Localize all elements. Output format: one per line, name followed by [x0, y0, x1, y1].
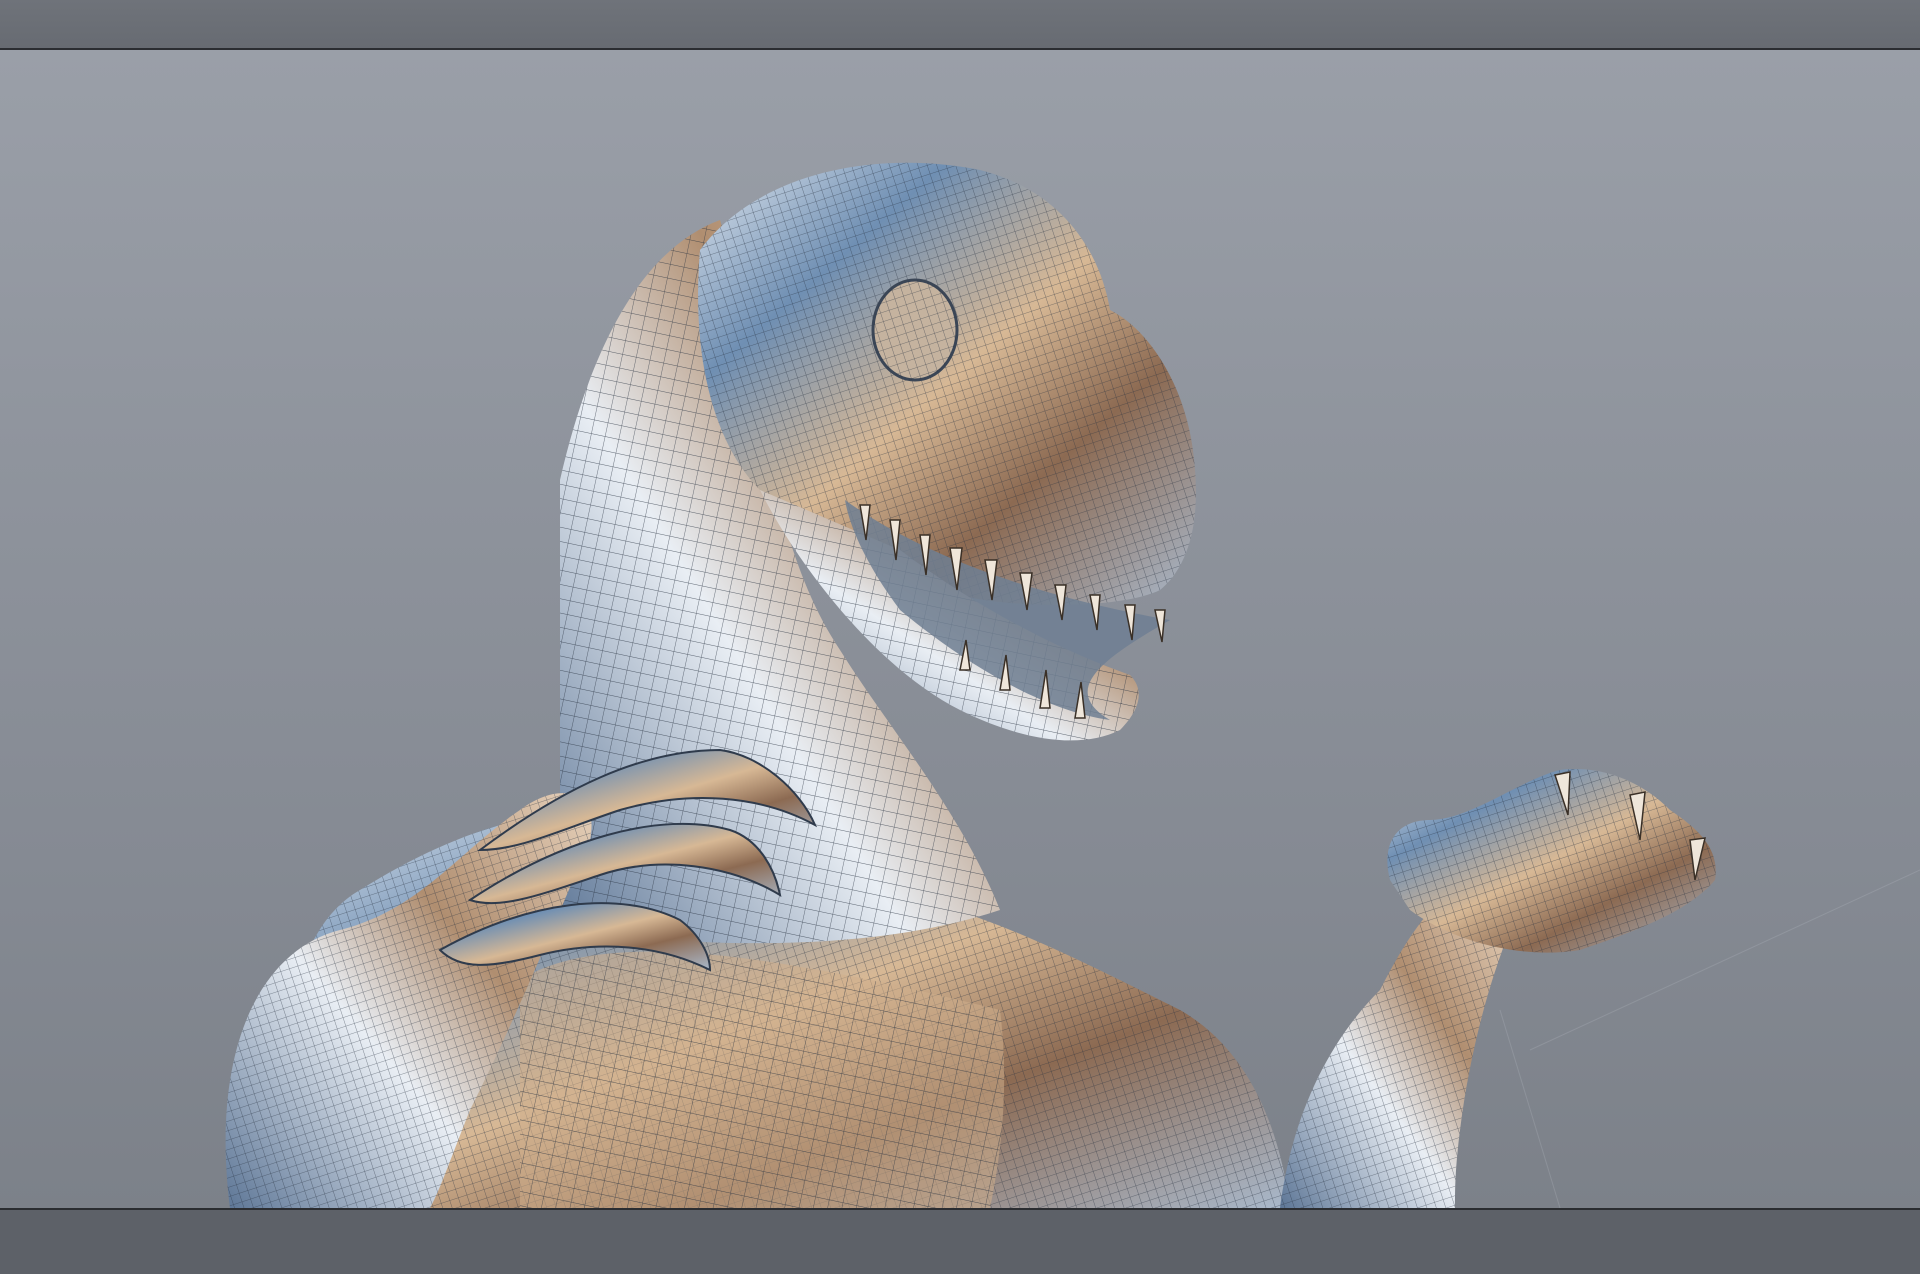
- top-toolbar: [0, 0, 1920, 50]
- 3d-viewport[interactable]: [0, 50, 1920, 1208]
- bottom-panel: [0, 1208, 1920, 1274]
- modeling-app: [0, 0, 1920, 1274]
- right-arm-mesh: [1280, 769, 1716, 1208]
- viewport-render: [225, 162, 1920, 1208]
